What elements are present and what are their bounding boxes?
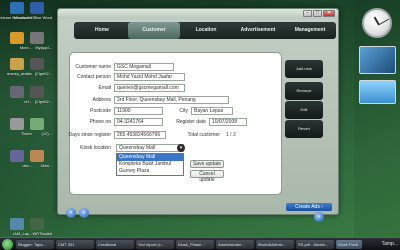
desktop-icon[interactable]: Microsoft Office Word [14, 2, 52, 20]
customer-name-field[interactable]: GSC Megamall [114, 63, 174, 71]
edit-button[interactable]: Edit [285, 101, 323, 119]
taskbar-task[interactable]: Blogger: Tapa... [16, 240, 54, 249]
days-since-register-field: 265.453824566796 [114, 131, 166, 139]
desktop-icon-image [30, 218, 44, 230]
kiosk-location-label: Kiosk location [80, 145, 111, 151]
desktop-icon-label: WRTtoolkit [32, 231, 52, 236]
city-field[interactable]: Bayan Lepas [191, 107, 233, 115]
taskbar-task[interactable]: Crealtonal [96, 240, 134, 249]
weather-gadget[interactable] [359, 80, 396, 104]
address-label: Address [92, 97, 111, 103]
desktop-icon-label: Mom... [19, 45, 32, 50]
desktop-icon-label: dev... [22, 163, 33, 168]
register-date-field[interactable]: 10/07/2008 [209, 118, 247, 126]
add-new-button[interactable]: Add new [285, 60, 323, 78]
taskbar-task[interactable]: Administrator... [216, 240, 254, 249]
window-controls: – □ ✕ [302, 10, 335, 18]
system-tray-clock[interactable]: Tamp... [382, 240, 398, 249]
revert-button[interactable]: Revert [285, 120, 323, 138]
desktop-icon-label: Ubia... [40, 163, 52, 168]
cancel-update-button[interactable]: Cancel update [190, 170, 224, 183]
create-ads-button[interactable]: Create Ads › [286, 203, 332, 211]
taskbar-task[interactable]: BhotoNAdmin... [256, 240, 294, 249]
desktop-icon-image [30, 32, 44, 44]
dropdown-option[interactable]: Kompleks Bukit Jambul [117, 161, 183, 168]
slideshow-gadget[interactable] [359, 46, 396, 74]
remove-button[interactable]: Remove [285, 82, 323, 100]
contact-person-field[interactable]: Mohd Yazid Mohd Jaafar [114, 73, 185, 81]
row-contact-person: Contact person [0, 73, 111, 81]
kiosk-location-dropdown: Queensbay Mall Kompleks Bukit Jambul Gur… [116, 153, 184, 176]
desktop-icon[interactable]: WRTtoolkit [22, 218, 52, 236]
customer-name-label: Customer name [75, 64, 111, 70]
desktop-icon[interactable]: MyAppl... [22, 32, 52, 50]
postcode-field[interactable]: 11900 [114, 107, 163, 115]
maximize-icon[interactable]: □ [313, 10, 322, 17]
row-register-date: Register date [0, 118, 206, 126]
tab-customer[interactable]: Customer [128, 22, 180, 39]
phone-field[interactable]: 04-3241764 [114, 118, 163, 126]
row-address: Address [0, 96, 111, 104]
total-customer-value: 1 / 2 [223, 131, 247, 139]
taskbar: Blogger: Tapa... CMT 331 Crealtonal Yod rep… [0, 237, 400, 250]
row-kiosk-location: Kiosk location [0, 144, 111, 152]
forward-button[interactable]: » [314, 212, 324, 222]
gadget-sidebar [354, 0, 400, 237]
tab-management[interactable]: Management [284, 22, 336, 39]
city-label: City [179, 108, 188, 114]
tab-advertisement[interactable]: Advertisement [232, 22, 284, 39]
total-customer-label: Total customer [187, 132, 220, 138]
prev-page-button[interactable]: « [66, 208, 76, 218]
dropdown-option[interactable]: Queensbay Mall [117, 154, 183, 161]
app-title-bar: – □ ✕ [58, 9, 338, 19]
kiosk-location-select[interactable]: Queensbay Mall [116, 144, 184, 152]
taskbar-task[interactable]: Yod report (c... [136, 240, 174, 249]
email-field[interactable]: queries@gscmegamall.com [114, 84, 185, 92]
main-nav: Home Customer Location Advertisement Man… [74, 22, 336, 39]
row-customer-name: Customer name [0, 63, 111, 71]
tab-location[interactable]: Location [180, 22, 232, 39]
tab-home[interactable]: Home [76, 22, 128, 39]
taskbar-task[interactable]: SS.pdf - Adobe... [296, 240, 334, 249]
minimize-icon[interactable]: – [303, 10, 312, 17]
close-icon[interactable]: ✕ [323, 10, 335, 17]
desktop-icon-label: Microsoft Office Word [13, 15, 52, 20]
contact-person-label: Contact person [77, 74, 111, 80]
start-icon[interactable] [2, 239, 13, 250]
row-email: Email [0, 84, 111, 92]
taskbar-task[interactable]: CMT 331 [56, 240, 94, 249]
email-label: Email [98, 85, 111, 91]
chevron-down-icon[interactable]: ▾ [177, 144, 185, 152]
address-field[interactable]: 3rd Floor, Queensbay Mall, Penang [114, 96, 229, 104]
desktop-icon-label: IAM_Lay... [13, 231, 32, 236]
row-total-customer: Total customer [0, 131, 220, 139]
save-update-button[interactable]: Save update [190, 160, 224, 168]
clock-minute-hand [378, 18, 390, 26]
clock-gadget[interactable] [362, 8, 392, 38]
taskbar-task[interactable]: Kiosk Form [336, 240, 362, 249]
desktop-icon-label: MyAppl... [35, 45, 52, 50]
next-page-button[interactable]: » [79, 208, 89, 218]
dropdown-option[interactable]: Gurney Plaza [117, 168, 183, 175]
register-date-label: Register date [176, 119, 206, 125]
taskbar-task[interactable]: Kiosk_Phase... [176, 240, 214, 249]
desktop-icon-image [30, 2, 44, 14]
